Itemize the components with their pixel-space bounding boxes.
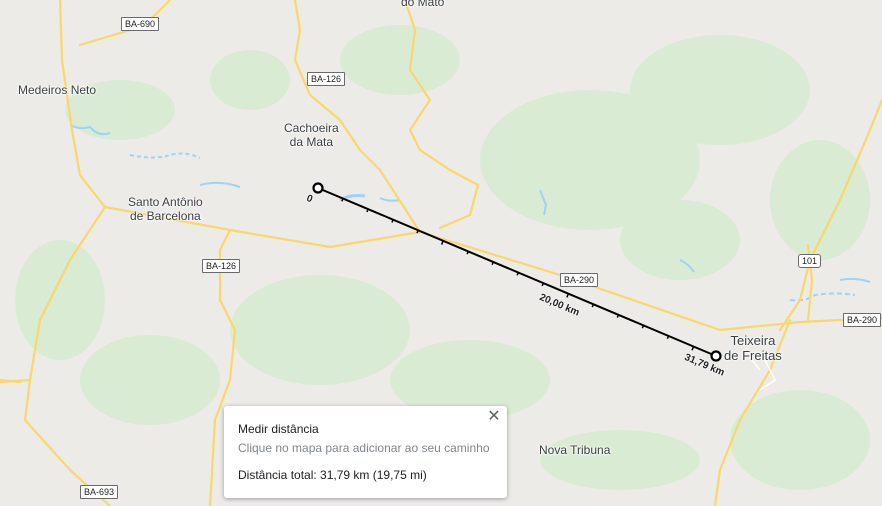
road-shield-br101: 101 <box>798 254 822 268</box>
measure-tick <box>440 240 444 245</box>
road-shield-ba126: BA-126 <box>202 259 241 273</box>
place-label-line: da Mata <box>289 135 334 149</box>
place-label-medeiros-neto: Medeiros Neto <box>18 83 97 97</box>
measure-end-point[interactable] <box>710 350 722 362</box>
place-label-do-mato: do Mato <box>401 0 445 9</box>
place-label-santo-antonio: Santo Antônio de Barcelona <box>128 195 203 223</box>
place-label-line: de Barcelona <box>130 209 201 223</box>
road-shield-ba126: BA-126 <box>307 72 346 86</box>
place-label-line: de Freitas <box>724 348 782 363</box>
place-label-teixeira-de-freitas: Teixeira de Freitas <box>724 333 782 363</box>
road-shield-ba693: BA-693 <box>80 485 119 499</box>
close-icon[interactable]: ✕ <box>485 408 503 426</box>
measure-tick <box>566 293 570 298</box>
road-shield-ba290: BA-290 <box>843 313 882 327</box>
panel-title: Medir distância <box>238 422 319 436</box>
place-label-line: Santo Antônio <box>128 195 203 209</box>
measure-tick <box>691 346 695 351</box>
place-label-line: Teixeira <box>730 333 776 348</box>
road-shield-ba690: BA-690 <box>121 17 160 31</box>
place-label-nova-tribuna: Nova Tribuna <box>539 443 611 457</box>
measure-start-point[interactable] <box>312 182 324 194</box>
measure-distance-panel: Medir distância Clique no mapa para adic… <box>224 406 507 498</box>
road-shield-ba290: BA-290 <box>560 273 599 287</box>
panel-hint: Clique no mapa para adicionar ao seu cam… <box>238 441 490 455</box>
place-label-cachoeira-da-mata: Cachoeira da Mata <box>284 121 339 149</box>
place-label-line: Cachoeira <box>284 121 339 135</box>
total-distance: Distância total: 31,79 km (19,75 mi) <box>238 468 427 482</box>
